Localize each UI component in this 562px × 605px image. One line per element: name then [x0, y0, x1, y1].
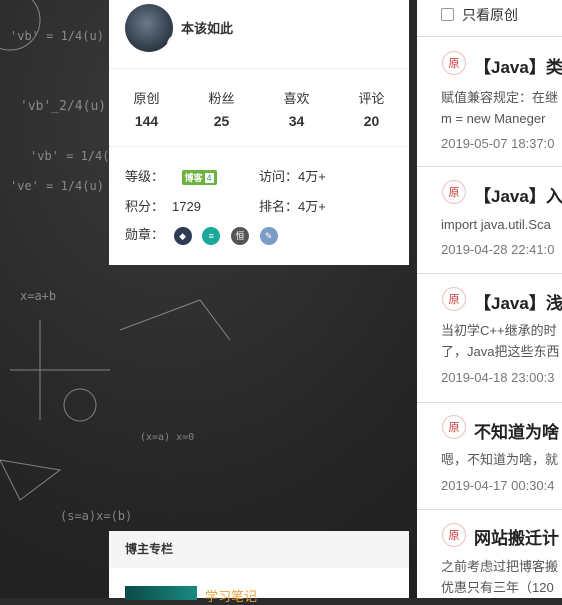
article-summary: 赋值兼容规定：在继 [441, 90, 559, 105]
svg-text:(s=a)x=(b): (s=a)x=(b) [60, 509, 132, 523]
article-summary: 当初学C++继承的时 [441, 323, 557, 338]
original-tag: 原 [442, 523, 466, 547]
stat-label: 原创 [133, 91, 160, 106]
article-title[interactable]: 【Java】浅 [474, 289, 562, 314]
visits-value: 4万+ [298, 169, 326, 184]
feather-medal-icon[interactable]: ✎ [259, 226, 278, 245]
level-badge[interactable]: 博客 4 [181, 170, 217, 186]
points-value: 1729 [172, 199, 201, 214]
article-item[interactable]: 原 网站搬迁计 之前考虑过把博客搬 优惠只有三年（120 [417, 509, 562, 598]
original-tag: 原 [442, 51, 466, 75]
svg-text:'ve' = 1/4(u): 've' = 1/4(u) [10, 179, 104, 193]
visits-row: 访问：4万+ [259, 166, 326, 185]
original-tag: 原 [442, 415, 466, 439]
stat-original[interactable]: 原创 144 [109, 88, 184, 129]
article-summary: 嗯，不知道为啥，就 [441, 452, 559, 467]
svg-text:'vb'_2/4(u): 'vb'_2/4(u) [20, 99, 106, 114]
original-only-checkbox[interactable] [441, 8, 454, 21]
visits-label: 访问： [259, 169, 299, 184]
stat-label: 评论 [358, 91, 385, 106]
stat-fans[interactable]: 粉丝 25 [184, 88, 259, 129]
article-title[interactable]: 不知道为啥 [474, 418, 559, 443]
stat-value: 25 [213, 113, 230, 129]
points-row: 积分： 1729 [125, 196, 201, 215]
author-name[interactable]: 本该如此 [181, 18, 233, 37]
rank-row: 排名：4万+ [259, 196, 326, 215]
article-item[interactable]: 原 【Java】入 import java.util.Sca 2019-04-2… [417, 166, 562, 274]
level-badge-text: 博客 [184, 173, 203, 184]
stat-label: 粉丝 [208, 91, 235, 106]
rank-label: 排名： [259, 199, 299, 214]
points-label: 积分： [125, 199, 165, 214]
article-title[interactable]: 网站搬迁计 [474, 524, 559, 549]
article-date: 2019-04-28 22:41:0 [441, 242, 555, 257]
stat-likes[interactable]: 喜欢 34 [259, 88, 334, 129]
column-link[interactable]: 学习笔记 [205, 586, 257, 605]
filter-label: 只看原创 [462, 7, 518, 23]
article-item[interactable]: 原 【Java】类 赋值兼容规定：在继 m = new Maneger 2019… [417, 36, 562, 167]
article-list-panel: 只看原创 原 【Java】类 赋值兼容规定：在继 m = new Maneger… [417, 0, 562, 598]
list-medal-icon[interactable]: ≡ [202, 226, 221, 245]
article-summary: 之前考虑过把博客搬 [441, 559, 559, 574]
original-tag: 原 [442, 180, 466, 204]
stat-label: 喜欢 [283, 91, 310, 106]
article-date: 2019-04-17 00:30:4 [441, 478, 555, 493]
article-title[interactable]: 【Java】入 [474, 182, 562, 207]
years-badge: 2 [167, 34, 173, 52]
article-title[interactable]: 【Java】类 [474, 53, 562, 78]
article-summary: import java.util.Sca [441, 217, 551, 232]
author-stats: 原创 144 粉丝 25 喜欢 34 评论 20 [109, 88, 409, 129]
rank-value: 4万+ [298, 199, 326, 214]
article-item[interactable]: 原 不知道为啥 嗯，不知道为啥，就 2019-04-17 00:30:4 [417, 402, 562, 510]
svg-text:x=a+b: x=a+b [20, 289, 56, 303]
persevere-medal-icon[interactable]: 恒 [230, 226, 249, 245]
divider [109, 146, 409, 147]
medals-label: 勋章： [125, 227, 165, 242]
level-row: 等级： 博客 4 [125, 166, 217, 186]
article-date: 2019-04-18 23:00:3 [441, 370, 555, 385]
column-header: 博主专栏 [109, 531, 409, 568]
article-date: 2019-05-07 18:37:0 [441, 136, 555, 151]
level-label: 等级： [125, 169, 165, 184]
github-medal-icon[interactable]: ◆ [173, 226, 192, 245]
divider [109, 68, 409, 69]
stat-value: 20 [363, 113, 380, 129]
medals-row: 勋章： ◆ ≡ 恒 ✎ [125, 224, 285, 245]
svg-text:(x=a) x=0: (x=a) x=0 [140, 432, 194, 443]
author-avatar[interactable]: 2 [125, 4, 173, 52]
article-summary: 了，Java把这些东西 [441, 344, 560, 359]
original-only-filter[interactable]: 只看原创 [441, 5, 518, 25]
article-summary: 优惠只有三年（120 [441, 580, 554, 595]
author-profile-card: 2 本该如此 原创 144 粉丝 25 喜欢 34 评论 20 等级： 博客4 … [109, 0, 409, 265]
article-item[interactable]: 原 【Java】浅 当初学C++继承的时 了，Java把这些东西 2019-04… [417, 273, 562, 403]
stat-comments[interactable]: 评论 20 [334, 88, 409, 129]
blogger-column-card: 博主专栏 学习笔记 [109, 531, 409, 604]
article-summary: m = new Maneger [441, 111, 546, 126]
stat-value: 144 [134, 113, 159, 129]
original-tag: 原 [442, 287, 466, 311]
stat-value: 34 [288, 113, 305, 129]
level-badge-number: 4 [204, 173, 214, 184]
svg-text:'vb' = 1/4(u): 'vb' = 1/4(u) [10, 29, 104, 43]
